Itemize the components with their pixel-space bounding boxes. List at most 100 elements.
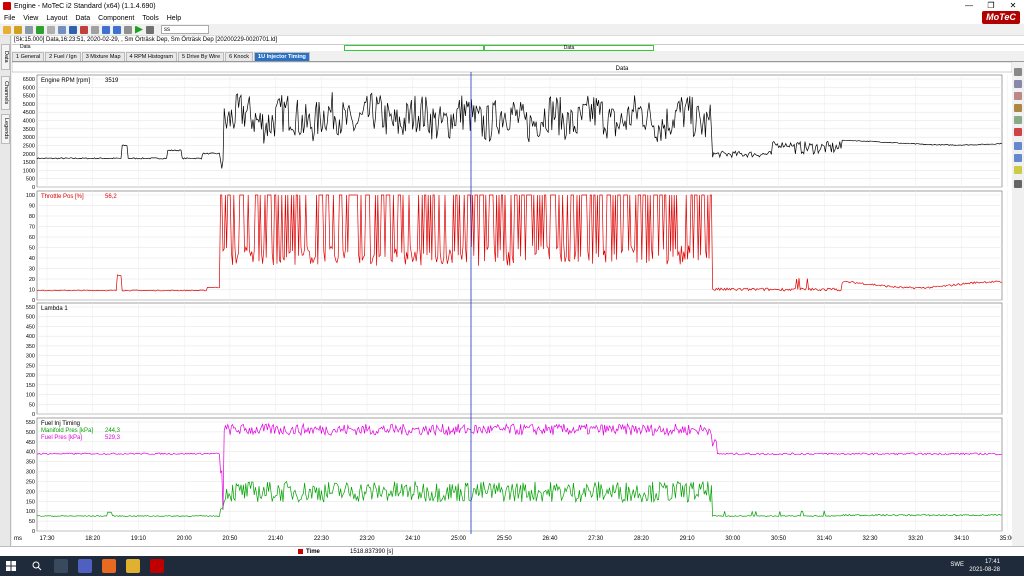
x-tick-label: 26:40 xyxy=(542,536,558,542)
toolbar: ss xyxy=(0,24,1024,36)
note-icon[interactable] xyxy=(1014,166,1022,174)
tab-drive-by-wire[interactable]: 5 Drive By Wire xyxy=(177,52,225,61)
x-tick-label: 20:50 xyxy=(222,536,238,542)
range-segment[interactable]: Data xyxy=(484,45,654,51)
range-bar[interactable]: Data Data xyxy=(12,44,1024,51)
left-tab-data[interactable]: Data xyxy=(1,44,10,70)
status-bar: Time 1518.837390 [s] xyxy=(0,546,1024,556)
y-tick-label: 100 xyxy=(26,393,35,399)
app-icon-1[interactable] xyxy=(78,559,92,573)
left-tab-legends[interactable]: Legends xyxy=(1,114,10,144)
add-icon[interactable] xyxy=(36,25,44,34)
y-tick-label: 400 xyxy=(26,334,35,340)
math-icon[interactable] xyxy=(1014,154,1022,162)
paste-icon[interactable] xyxy=(91,25,99,34)
x-tick-label: 31:40 xyxy=(817,536,833,542)
menu-view[interactable]: View xyxy=(23,15,38,22)
overlay-icon[interactable] xyxy=(1014,104,1022,112)
clock[interactable]: 17:41 2021-08-28 xyxy=(969,558,1000,574)
range-select[interactable]: ss xyxy=(161,25,209,34)
time-series-plot[interactable]: Data 6500 6000 5500 5000 4500 4000 3500 3000 2500… xyxy=(11,61,1015,546)
end-icon[interactable] xyxy=(146,25,154,34)
alarm-icon[interactable] xyxy=(1014,128,1022,136)
save-icon[interactable] xyxy=(69,25,77,34)
explorer-icon[interactable] xyxy=(126,559,140,573)
task-view-icon[interactable] xyxy=(54,559,68,573)
menu-component[interactable]: Component xyxy=(98,15,134,22)
undo-icon[interactable] xyxy=(102,25,110,34)
open-icon[interactable] xyxy=(3,25,11,34)
y-tick-label: 0 xyxy=(32,412,35,418)
title-bar: Engine - MoTeC i2 Standard (x64) (1.1.4.… xyxy=(0,0,1024,12)
tab-mixture-map[interactable]: 3 Mixture Map xyxy=(81,52,125,61)
y-tick-label: 20 xyxy=(29,277,35,283)
x-tick-label: 22:30 xyxy=(314,536,330,542)
channel-name: Fuel Pres [kPa] xyxy=(41,435,82,441)
y-tick-label: 40 xyxy=(29,256,35,262)
zoom-icon[interactable] xyxy=(1014,68,1022,76)
menu-help[interactable]: Help xyxy=(167,15,181,22)
motec-taskbar-icon[interactable] xyxy=(150,559,164,573)
channel-value: 244,3 xyxy=(105,428,121,434)
y-tick-label: 3500 xyxy=(23,127,35,133)
channel-name: Manifold Pres [kPa] xyxy=(41,428,93,434)
redo-icon[interactable] xyxy=(113,25,121,34)
properties-icon[interactable] xyxy=(1014,116,1022,124)
scroll-icon[interactable] xyxy=(1014,180,1022,188)
cursor-icon[interactable] xyxy=(1014,80,1022,88)
y-tick-label: 400 xyxy=(26,450,35,456)
cut-icon[interactable] xyxy=(80,25,88,34)
left-tab-channels[interactable]: Channels xyxy=(1,76,10,110)
step-icon[interactable] xyxy=(124,25,132,34)
menu-tools[interactable]: Tools xyxy=(142,15,158,22)
channel-name: Fuel Inj Timing xyxy=(41,421,80,427)
close-file-icon[interactable] xyxy=(25,25,33,34)
plot-canvas[interactable]: Data650060005500500045004000350030002500… xyxy=(11,61,1015,546)
measure-icon[interactable] xyxy=(1014,92,1022,100)
channel-icon[interactable] xyxy=(1014,142,1022,150)
windows-start-icon[interactable] xyxy=(6,561,16,571)
clock-time: 17:41 xyxy=(984,559,1000,565)
channel-value: 56,2 xyxy=(105,194,117,200)
clock-date: 2021-08-28 xyxy=(969,567,1000,573)
y-tick-label: 100 xyxy=(26,193,35,199)
x-tick-label: 34:10 xyxy=(954,536,970,542)
search-icon[interactable] xyxy=(32,561,42,571)
y-tick-label: 100 xyxy=(26,509,35,515)
x-tick-label: 19:10 xyxy=(131,536,147,542)
channel-value: 3519 xyxy=(105,78,119,84)
menu-file[interactable]: File xyxy=(4,15,15,22)
x-tick-label: 27:30 xyxy=(588,536,604,542)
worksheet-tabs: 1 General 2 Fuel / Ign 3 Mixture Map 4 R… xyxy=(12,52,1024,62)
firefox-icon[interactable] xyxy=(102,559,116,573)
x-tick-label: 30:50 xyxy=(771,536,787,542)
menu-data[interactable]: Data xyxy=(75,15,90,22)
y-tick-label: 450 xyxy=(26,440,35,446)
play-icon[interactable] xyxy=(135,25,143,34)
y-tick-label: 2500 xyxy=(23,143,35,149)
tab-injector-timing[interactable]: 1U Injector Timing xyxy=(254,52,310,61)
channel-name: Lambda 1 xyxy=(41,306,68,312)
tab-general[interactable]: 1 General xyxy=(12,52,45,61)
minimize-button[interactable]: — xyxy=(958,0,980,12)
language-indicator[interactable]: SWE xyxy=(950,562,964,568)
panel-frame xyxy=(36,302,1003,415)
tab-knock[interactable]: 6 Knock xyxy=(225,52,254,61)
y-tick-label: 2000 xyxy=(23,152,35,158)
folder-icon[interactable] xyxy=(14,25,22,34)
x-tick-label: 20:00 xyxy=(177,536,193,542)
y-tick-label: 30 xyxy=(29,267,35,273)
taskbar: SWE 17:41 2021-08-28 xyxy=(0,556,1024,576)
range-segment-left[interactable] xyxy=(344,45,484,51)
time-marker-icon xyxy=(298,549,303,554)
y-tick-label: 1500 xyxy=(23,160,35,166)
y-tick-label: 60 xyxy=(29,235,35,241)
y-tick-label: 1000 xyxy=(23,168,35,174)
tab-fuel-ign[interactable]: 2 Fuel / Ign xyxy=(45,52,81,61)
copy-icon[interactable] xyxy=(47,25,55,34)
tab-rpm-histogram[interactable]: 4 RPM Histogram xyxy=(125,52,177,61)
channel-name: Engine RPM [rpm] xyxy=(41,78,90,84)
print-icon[interactable] xyxy=(58,25,66,34)
y-tick-label: 150 xyxy=(26,383,35,389)
menu-layout[interactable]: Layout xyxy=(46,15,67,22)
